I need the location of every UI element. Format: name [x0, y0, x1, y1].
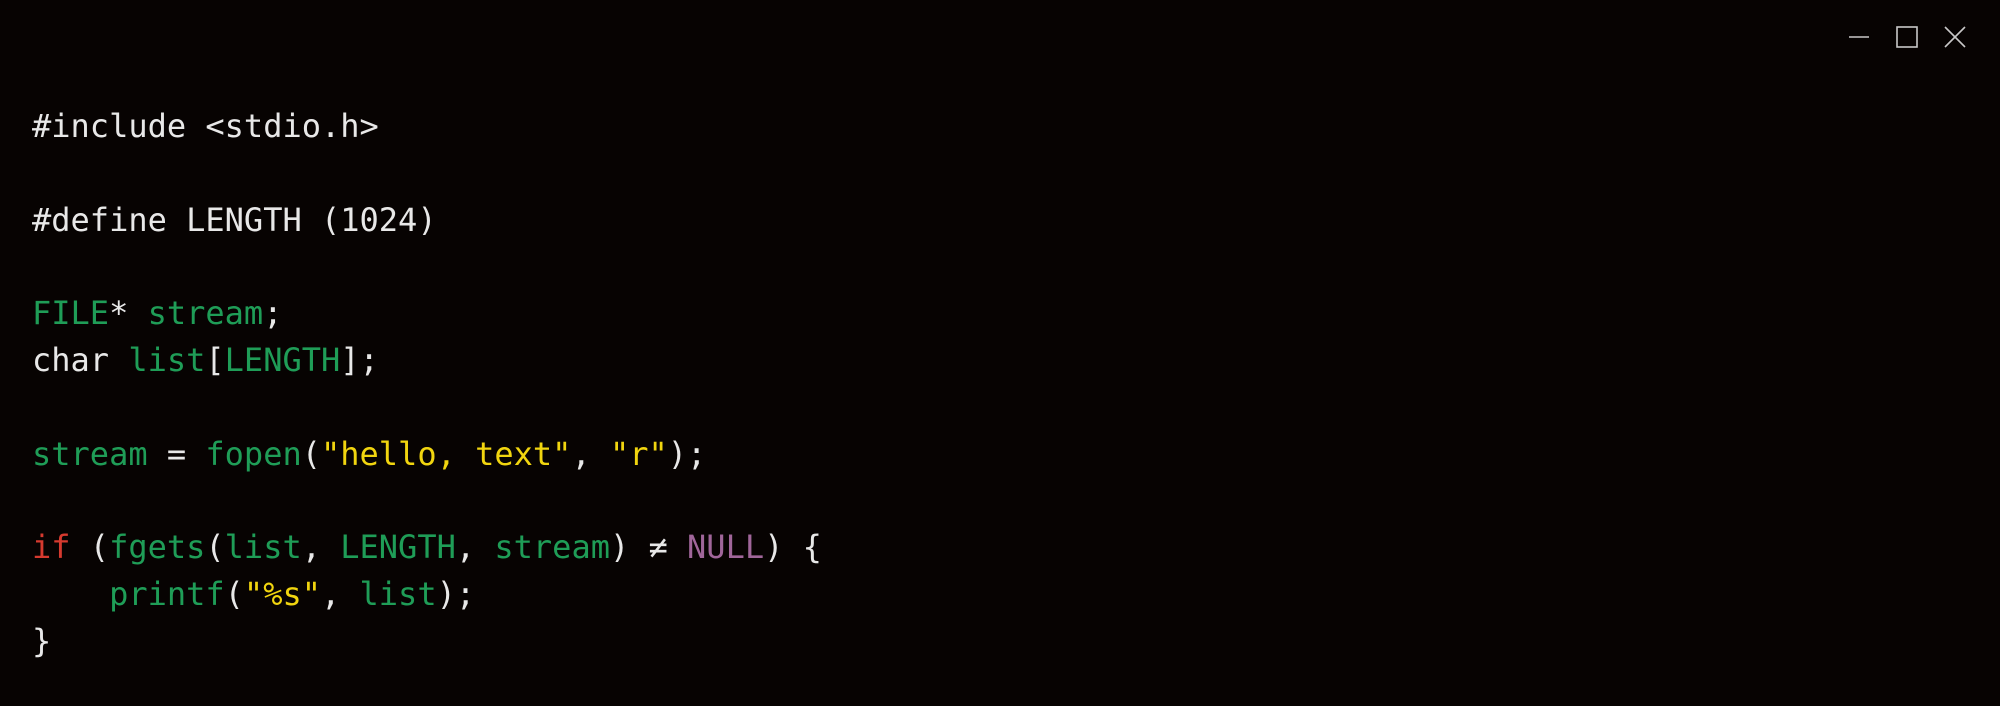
code-token-plain: (: [224, 574, 244, 613]
window-controls: [1846, 24, 1968, 50]
code-token-plain: (: [70, 528, 110, 567]
code-token-plain: ;: [263, 294, 283, 333]
code-token-keyword: if: [32, 528, 71, 567]
maximize-button[interactable]: [1894, 24, 1920, 50]
code-line: printf("%s", list);: [32, 571, 822, 618]
close-icon: [1944, 26, 1966, 48]
code-token-identifier: list: [224, 528, 302, 567]
maximize-icon: [1896, 26, 1918, 48]
code-line: if (fgets(list, LENGTH, stream) ≠ NULL) …: [32, 524, 822, 571]
code-token-identifier: LENGTH: [340, 528, 456, 567]
code-token-identifier: printf: [109, 574, 225, 613]
code-token-plain: char: [32, 340, 129, 379]
minimize-icon: [1849, 36, 1869, 38]
code-token-identifier: list: [359, 574, 437, 613]
code-token-plain: ) ≠: [609, 528, 688, 567]
code-token-identifier: FILE: [32, 294, 110, 333]
code-line: #define LENGTH (1024): [32, 197, 822, 244]
code-token-plain: =: [147, 434, 206, 473]
code-token-identifier: fopen: [205, 434, 302, 473]
code-token-plain: ,: [320, 574, 360, 613]
code-token-plain: ,: [455, 528, 495, 567]
code-token-string: "%s": [243, 574, 321, 613]
code-token-plain: );: [667, 434, 707, 473]
code-token-plain: (: [205, 528, 225, 567]
code-token-identifier: stream: [494, 528, 610, 567]
code-token-plain: ,: [571, 434, 610, 473]
code-token-string: "r": [609, 434, 668, 473]
code-token-identifier: stream: [147, 294, 264, 333]
code-line: }: [32, 618, 822, 665]
code-line: FILE* stream;: [32, 290, 822, 337]
code-token-identifier: list: [128, 340, 206, 379]
code-token-plain: (: [301, 434, 321, 473]
code-token-string: "hello, text": [320, 434, 572, 473]
code-window: #include <stdio.h> #define LENGTH (1024)…: [0, 0, 2000, 706]
code-token-plain: }: [32, 621, 52, 660]
code-token-identifier: stream: [32, 434, 148, 473]
close-button[interactable]: [1942, 24, 1968, 50]
code-token-plain: ) {: [764, 528, 822, 567]
code-token-identifier: fgets: [109, 528, 206, 567]
code-token-plain: #define LENGTH (1024): [32, 200, 437, 239]
code-token-identifier: LENGTH: [224, 340, 341, 379]
code-token-plain: [: [205, 340, 225, 379]
code-token-plain: );: [436, 574, 476, 613]
code-token-constant: NULL: [687, 528, 765, 567]
code-line: char list[LENGTH];: [32, 337, 822, 384]
code-line: stream = fopen("hello, text", "r");: [32, 431, 822, 478]
code-line: #include <stdio.h>: [32, 103, 822, 150]
code-token-plain: ];: [340, 340, 379, 379]
code-token-plain: *: [109, 294, 148, 333]
code-token-plain: ,: [301, 528, 341, 567]
code-token-plain: #include <stdio.h>: [32, 107, 379, 145]
code-block[interactable]: #include <stdio.h> #define LENGTH (1024)…: [32, 103, 822, 665]
minimize-button[interactable]: [1846, 24, 1872, 50]
